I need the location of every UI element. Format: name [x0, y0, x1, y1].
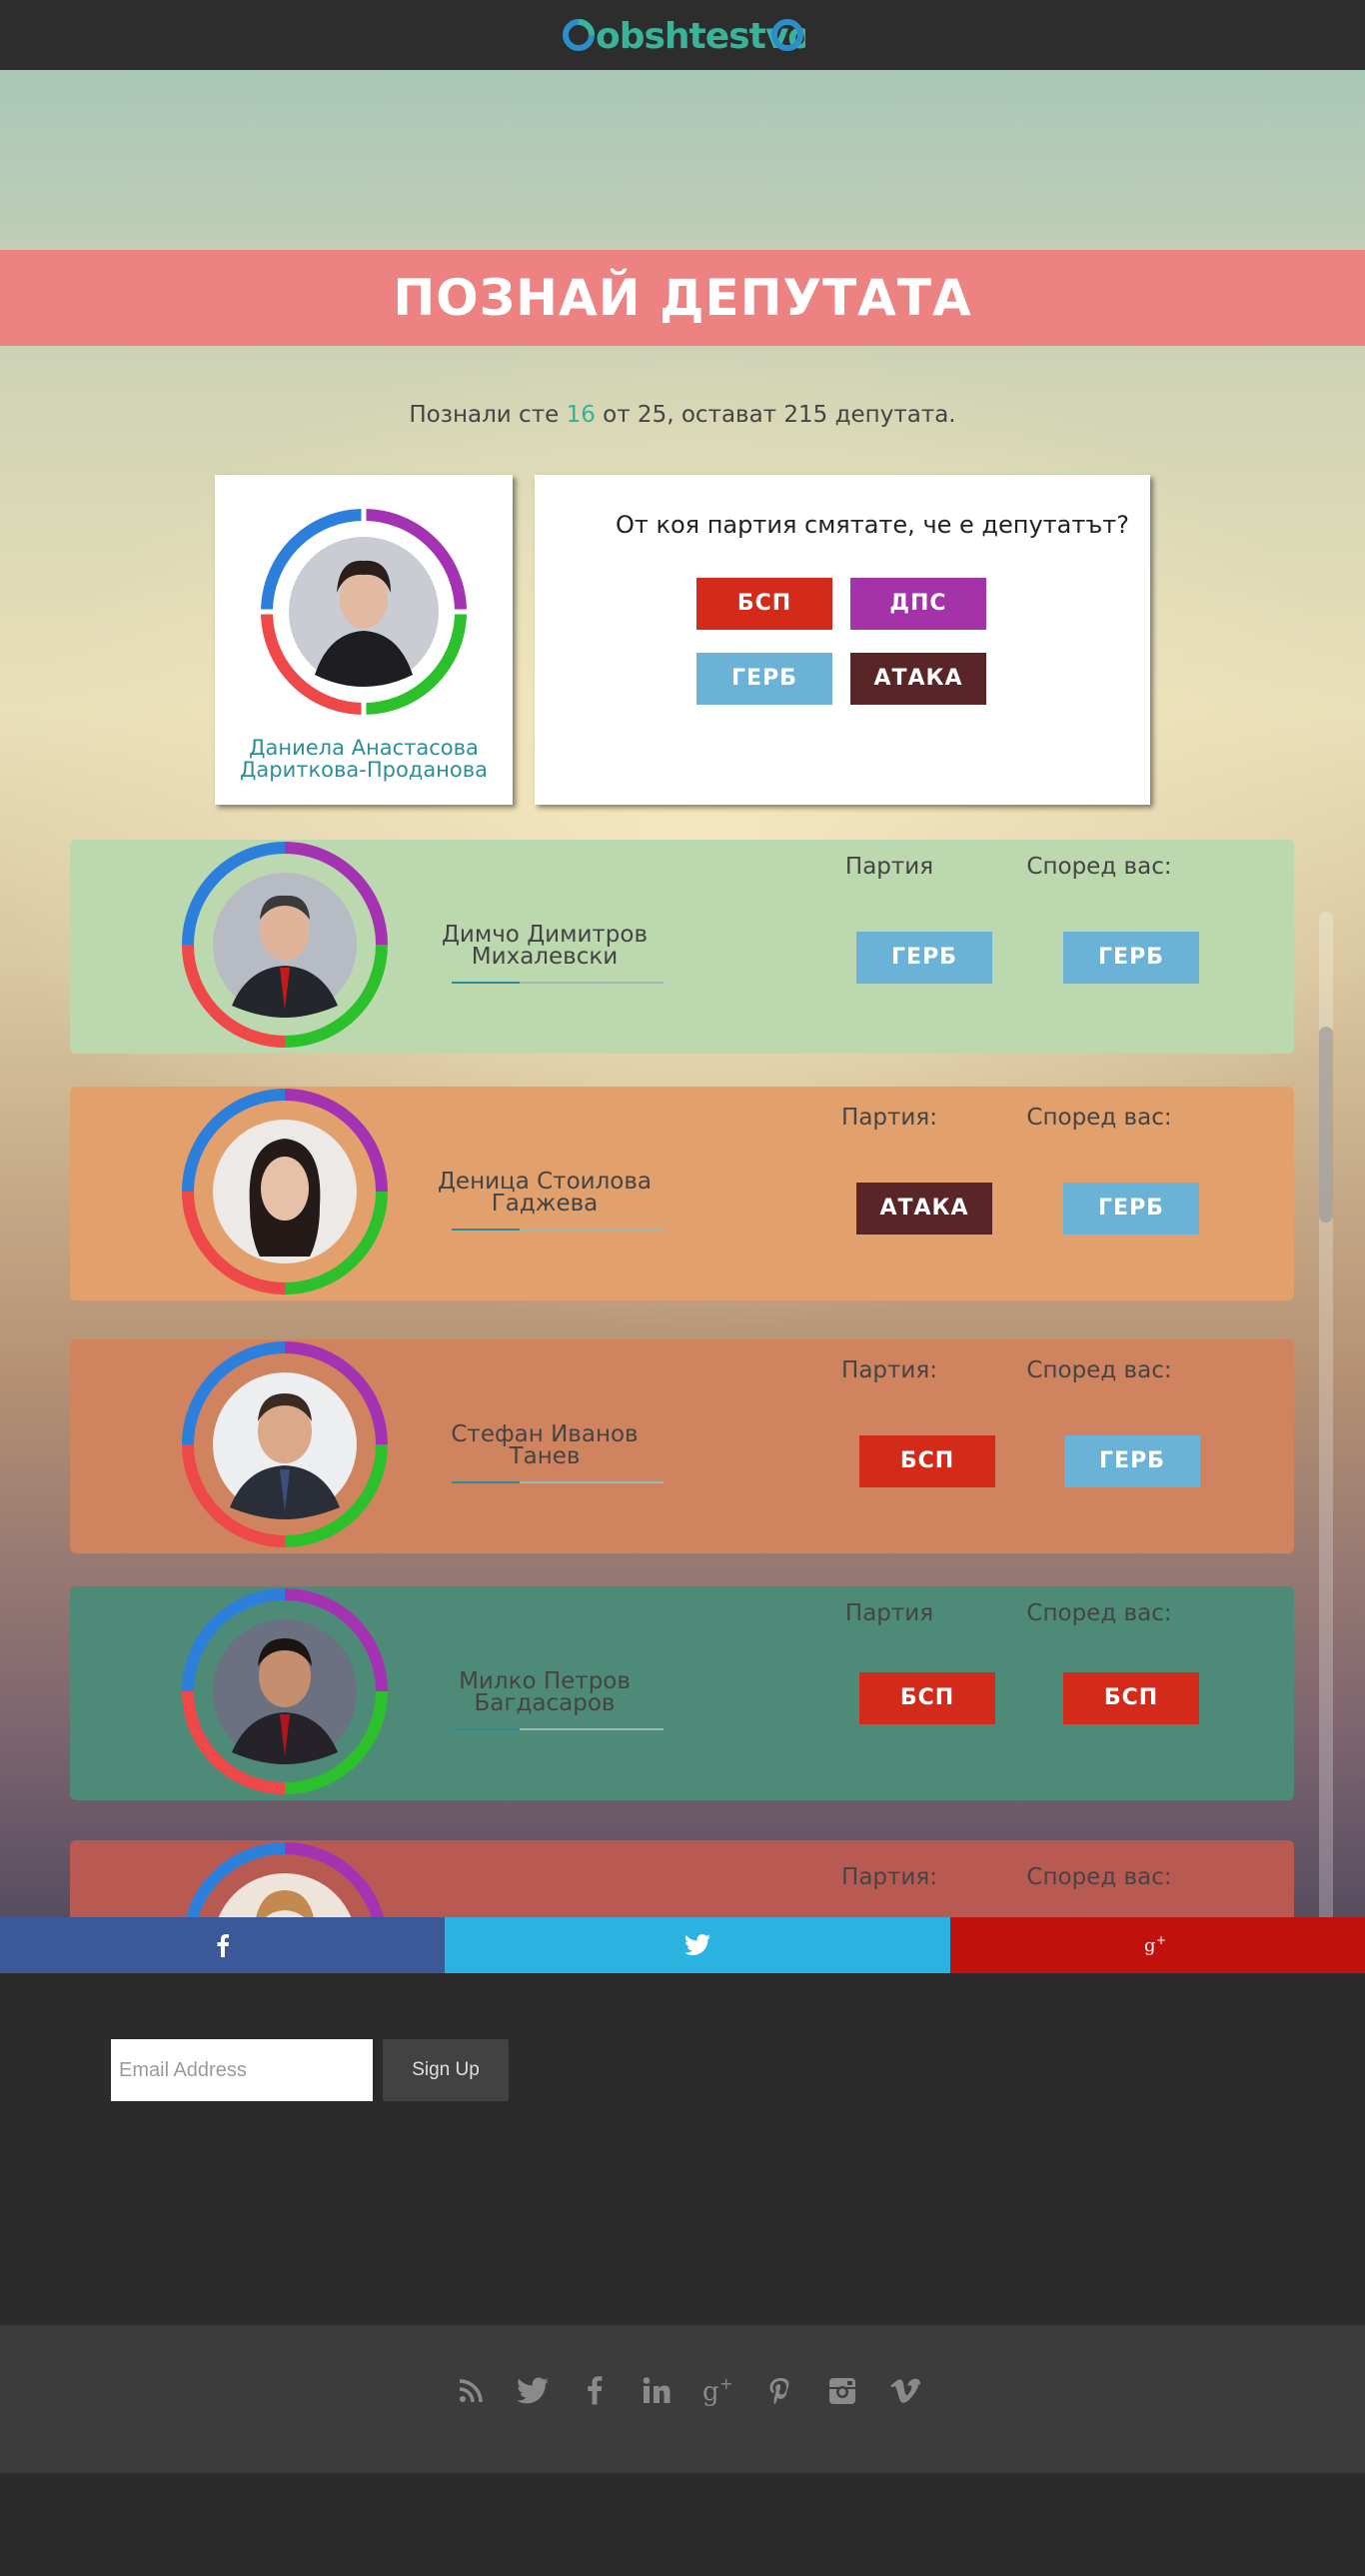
actual-party-badge: АТАКА	[856, 1183, 992, 1235]
guess-label: Според вас:	[1026, 854, 1172, 880]
instagram-icon[interactable]	[826, 2375, 858, 2407]
linkedin-icon[interactable]	[641, 2375, 673, 2407]
progress-suffix: депутата.	[827, 402, 956, 428]
result-row: Деница Стоилова Гаджева Партия: Според в…	[70, 1087, 1294, 1300]
name-underline	[452, 1229, 664, 1231]
progress-prefix: Познали сте	[409, 402, 567, 428]
deputy-name-line2: Дариткова-Проданова	[239, 758, 489, 782]
progress-text: Познали сте 16 от 25, остават 215 депута…	[0, 402, 1365, 428]
deputy-name-line1: Димчо Димитров	[441, 922, 649, 948]
results-scrollbar[interactable]	[1319, 912, 1333, 1971]
party-label: Партия:	[841, 1864, 937, 1890]
name-underline	[452, 982, 664, 984]
deputy-avatar	[182, 842, 388, 1048]
svg-text:+: +	[719, 2375, 732, 2393]
pinterest-icon[interactable]	[764, 2375, 796, 2407]
deputy-name-line1: Милко Петров	[459, 1668, 631, 1694]
deputy-name: Стефан Иванов Танев	[420, 1421, 670, 1469]
actual-party-badge: ГЕРБ	[856, 932, 992, 984]
deputy-avatar	[182, 1588, 388, 1794]
top-bar: obshtestvo	[0, 0, 1365, 70]
svg-text:+: +	[1156, 1934, 1166, 1947]
deputy-name-line1: Даниела Анастасова	[249, 736, 479, 760]
guess-label: Според вас:	[1026, 1105, 1172, 1131]
google-plus-icon: g +	[1144, 1934, 1166, 1956]
vimeo-icon[interactable]	[888, 2375, 921, 2407]
actual-party-badge: БСП	[859, 1435, 995, 1487]
guessed-party-badge: ГЕРБ	[1063, 1183, 1199, 1235]
scrollbar-thumb[interactable]	[1319, 1027, 1333, 1223]
deputy-avatar	[182, 1089, 388, 1294]
deputy-avatar	[182, 1341, 388, 1547]
page-title: ПОЗНАЙ ДЕПУТАТА	[393, 269, 972, 327]
quiz-section: ПОЗНАЙ ДЕПУТАТА Познали сте 16 от 25, ос…	[0, 70, 1365, 1971]
deputy-name-line2: Михалевски	[471, 944, 619, 970]
google-plus-share-button[interactable]: g +	[950, 1917, 1365, 1973]
answer-button-bsp[interactable]: БСП	[696, 578, 832, 630]
page-bottom	[0, 2473, 1365, 2576]
party-label: Партия:	[841, 1105, 937, 1131]
deputy-name-line2: Танев	[509, 1443, 581, 1469]
party-label: Партия	[844, 1600, 934, 1626]
social-icons: g +	[455, 2374, 921, 2407]
guessed-party-badge: БСП	[1063, 1672, 1199, 1724]
question-text: От коя партия смятате, че е депутатът?	[615, 511, 1130, 539]
deputy-name-line2: Багдасаров	[474, 1690, 616, 1716]
result-row: Стефан Иванов Танев Партия: Според вас: …	[70, 1339, 1294, 1553]
google-plus-icon[interactable]: g +	[702, 2374, 734, 2407]
deputy-name: Деница Стоилова Гаджева	[420, 1169, 670, 1217]
answer-button-dps[interactable]: ДПС	[850, 578, 986, 630]
svg-text:g: g	[702, 2377, 719, 2407]
guess-label: Според вас:	[1026, 1357, 1172, 1383]
share-bar: g +	[0, 1917, 1365, 1973]
party-label: Партия	[844, 854, 934, 880]
deputy-name: Даниела Анастасова Дариткова-Проданова	[215, 737, 513, 781]
actual-party-badge: БСП	[859, 1672, 995, 1724]
deputy-avatar	[259, 507, 469, 717]
facebook-icon	[217, 1934, 229, 1957]
facebook-icon[interactable]	[579, 2375, 611, 2407]
twitter-share-button[interactable]	[445, 1917, 950, 1973]
deputy-card: Даниела Анастасова Дариткова-Проданова	[215, 475, 513, 805]
deputy-name: Милко Петров Багдасаров	[420, 1668, 670, 1716]
result-row: Димчо Димитров Михалевски Партия Според …	[70, 840, 1294, 1054]
signup-section: Sign Up	[0, 1973, 1365, 2325]
title-band: ПОЗНАЙ ДЕПУТАТА	[0, 250, 1365, 346]
answer-button-gerb[interactable]: ГЕРБ	[696, 653, 832, 705]
deputy-name-line1: Деница Стоилова	[437, 1169, 653, 1195]
name-underline	[452, 1481, 664, 1483]
name-underline	[452, 1728, 664, 1730]
deputy-name: Димчо Димитров Михалевски	[420, 922, 670, 970]
answer-button-ataka[interactable]: АТАКА	[850, 653, 986, 705]
site-logo[interactable]: obshtestvo	[560, 12, 805, 58]
facebook-share-button[interactable]	[0, 1917, 445, 1973]
result-row: Партия: Според вас:	[70, 1840, 1294, 1917]
logo-graphic: obshtestvo	[563, 16, 805, 57]
twitter-icon	[684, 1934, 710, 1956]
progress-middle: от 25, остават	[595, 402, 784, 428]
result-row: Милко Петров Багдасаров Партия Според ва…	[70, 1586, 1294, 1800]
deputy-name-line1: Стефан Иванов	[451, 1421, 639, 1447]
guessed-party-badge: ГЕРБ	[1064, 1435, 1200, 1487]
deputy-avatar	[185, 1842, 385, 1917]
twitter-icon[interactable]	[517, 2375, 549, 2407]
guess-label: Според вас:	[1026, 1600, 1172, 1626]
guessed-party-badge: ГЕРБ	[1063, 932, 1199, 984]
deputy-name-line2: Гаджева	[491, 1191, 599, 1217]
party-label: Партия:	[841, 1357, 937, 1383]
question-card: От коя партия смятате, че е депутатът? Б…	[535, 475, 1150, 805]
sign-up-button[interactable]: Sign Up	[383, 2039, 509, 2101]
progress-remaining: 215	[783, 402, 828, 428]
footer-social: g +	[0, 2325, 1365, 2473]
email-input[interactable]	[111, 2039, 373, 2101]
rss-icon[interactable]	[455, 2375, 487, 2407]
progress-correct: 16	[566, 402, 596, 428]
svg-text:g: g	[1144, 1935, 1156, 1956]
guess-label: Според вас:	[1026, 1864, 1172, 1890]
